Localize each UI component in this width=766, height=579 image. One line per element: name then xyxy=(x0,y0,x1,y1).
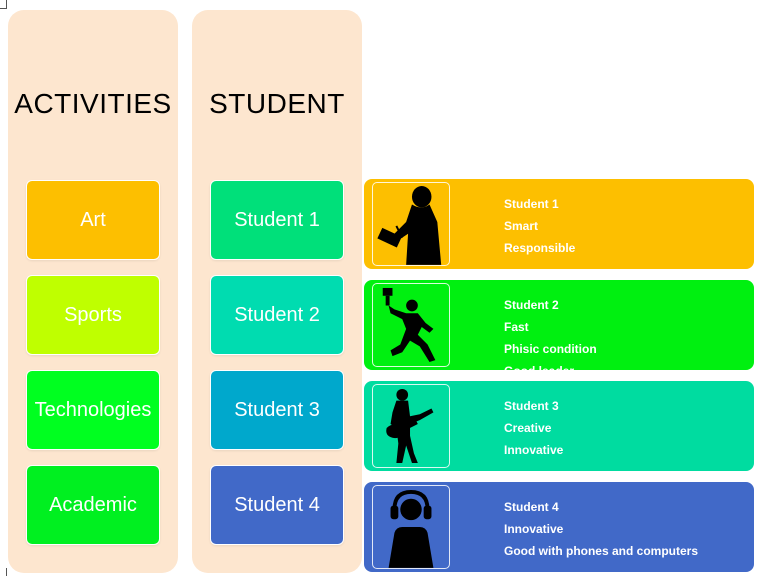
student-2-profile-card: Student 2 Fast Phisic condition Good leader xyxy=(364,280,754,378)
profile-trait: Phisic condition xyxy=(504,342,597,356)
activities-column: ACTIVITIES Art Sports Technologies Acade… xyxy=(8,10,178,573)
student-1-profile-text: Student 1 Smart Responsible xyxy=(504,193,575,259)
corner-mark-bottom-left xyxy=(0,568,7,576)
profile-name: Student 4 xyxy=(504,500,559,514)
student-1-profile-card: Student 1 Smart Responsible xyxy=(364,179,754,269)
profile-trait: Creative xyxy=(504,421,552,435)
profile-trait: Good with phones and computers xyxy=(504,544,699,558)
activity-art-box[interactable]: Art xyxy=(26,180,160,260)
profile-trait: Smart xyxy=(504,219,539,233)
activities-header: ACTIVITIES xyxy=(14,88,172,119)
student-4-box[interactable]: Student 4 xyxy=(210,465,344,545)
student-2-box[interactable]: Student 2 xyxy=(210,275,344,355)
student-3-profile-card: Student 3 Creative Innovative xyxy=(364,381,754,471)
corner-mark-top-left xyxy=(0,0,7,9)
student-1-box[interactable]: Student 1 xyxy=(210,180,344,260)
student-3-profile-text: Student 3 Creative Innovative xyxy=(504,395,563,461)
profile-name: Student 3 xyxy=(504,399,559,413)
student-column: STUDENT Student 1 Student 2 Student 3 St… xyxy=(192,10,362,573)
profile-trait: Responsible xyxy=(504,241,576,255)
student-4-profile-text: Student 4 Innovative Good with phones and … xyxy=(504,496,698,562)
student-3-box[interactable]: Student 3 xyxy=(210,370,344,450)
teacher-silhouette-icon xyxy=(372,182,450,266)
student-2-profile-text: Student 2 Fast Phisic condition Good leader xyxy=(504,294,597,382)
guitarist-silhouette-icon xyxy=(372,384,450,468)
profile-name: Student 1 xyxy=(504,197,559,211)
profile-trait: Good leader xyxy=(504,364,575,378)
profile-name: Student 2 xyxy=(504,298,559,312)
activity-academic-box[interactable]: Academic xyxy=(26,465,160,545)
profile-trait: Innovative xyxy=(504,522,564,536)
activity-technologies-box[interactable]: Technologies xyxy=(26,370,160,450)
headphones-person-icon xyxy=(372,485,450,569)
runner-torch-silhouette-icon xyxy=(372,283,450,367)
student-4-profile-card: Student 4 Innovative Good with phones and … xyxy=(364,482,754,572)
activity-sports-box[interactable]: Sports xyxy=(26,275,160,355)
profile-trait: Innovative xyxy=(504,443,564,457)
student-header: STUDENT xyxy=(209,88,345,119)
profile-trait: Fast xyxy=(504,320,529,334)
